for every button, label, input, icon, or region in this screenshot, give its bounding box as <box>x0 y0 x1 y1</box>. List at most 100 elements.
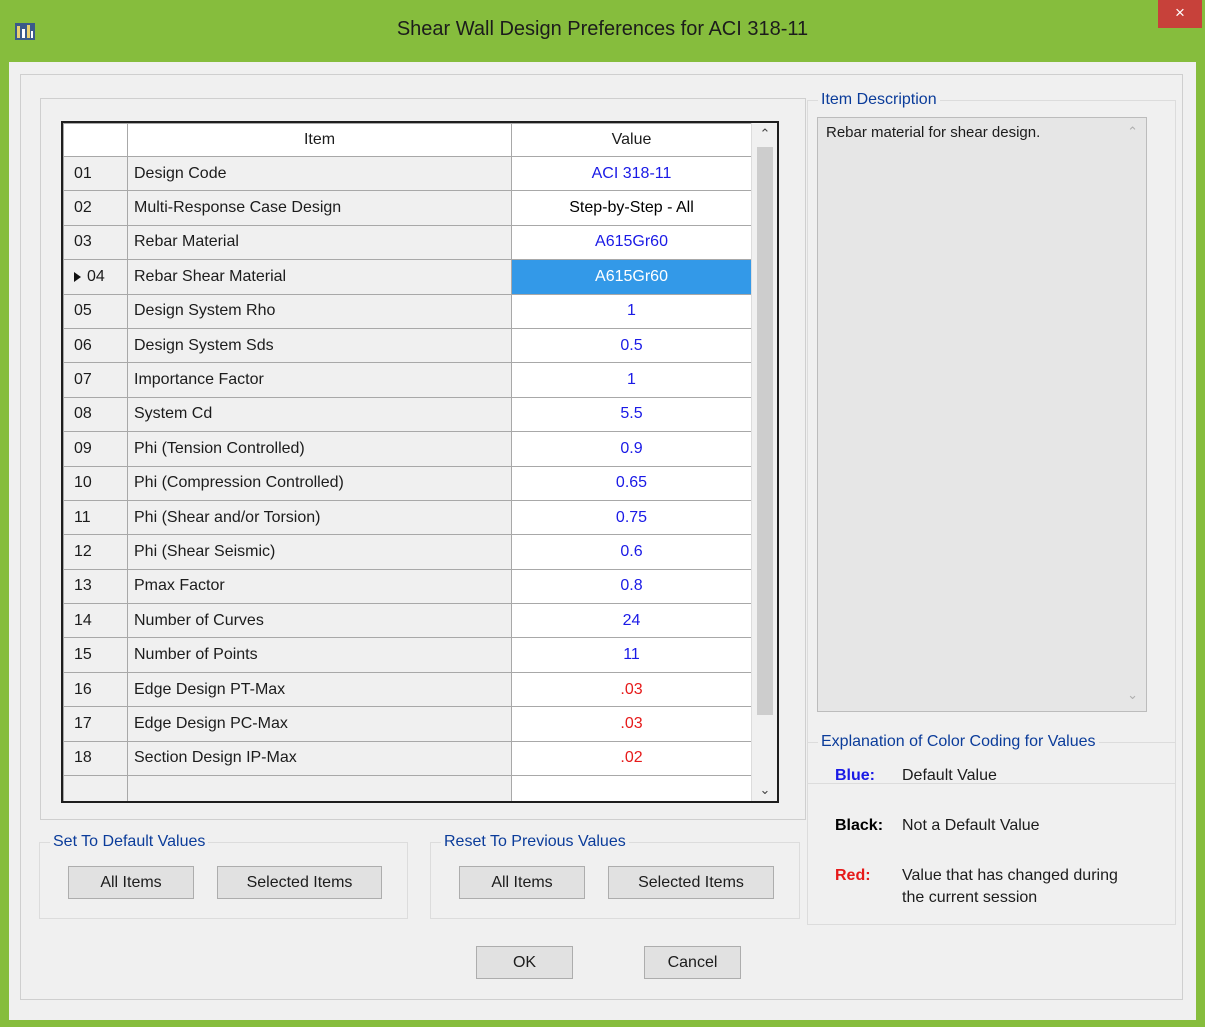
value-cell[interactable]: A615Gr60 <box>511 259 752 295</box>
value-cell[interactable]: .03 <box>511 671 752 708</box>
ok-button[interactable]: OK <box>476 946 573 979</box>
row-header[interactable]: 16 <box>63 671 128 708</box>
value-cell[interactable]: 11 <box>511 637 752 673</box>
grid-scrollbar[interactable]: ⌃ ⌄ <box>751 123 777 801</box>
set-default-all-items-button[interactable]: All Items <box>68 866 194 899</box>
table-row[interactable]: 17 Edge Design PC-Max .03 <box>63 706 752 742</box>
table-row[interactable]: 04 Rebar Shear Material A615Gr60 <box>63 259 752 295</box>
item-description-text: Rebar material for shear design. <box>826 124 1041 141</box>
row-header[interactable]: 17 <box>63 706 128 742</box>
value-cell[interactable]: 1 <box>511 293 752 329</box>
item-cell: Design System Sds <box>127 327 512 364</box>
row-header[interactable]: 18 <box>63 740 128 777</box>
row-number: 04 <box>87 267 105 285</box>
table-row[interactable]: 18 Section Design IP-Max .02 <box>63 740 752 777</box>
row-number: 05 <box>74 302 92 320</box>
reset-previous-all-items-button[interactable]: All Items <box>459 866 585 899</box>
row-number: 17 <box>74 714 92 732</box>
row-header[interactable]: 02 <box>63 190 128 226</box>
value-cell[interactable]: .02 <box>511 740 752 777</box>
value-cell[interactable]: 0.5 <box>511 327 752 364</box>
table-row[interactable]: 16 Edge Design PT-Max .03 <box>63 671 752 708</box>
value-cell[interactable]: A615Gr60 <box>511 224 752 261</box>
item-description-box[interactable]: Rebar material for shear design. ⌃ ⌄ <box>817 117 1147 712</box>
table-row[interactable]: 09 Phi (Tension Controlled) 0.9 <box>63 431 752 467</box>
row-header[interactable]: 15 <box>63 637 128 673</box>
blue-legend-key: Blue: <box>835 767 875 784</box>
row-header[interactable]: 07 <box>63 362 128 398</box>
table-row[interactable]: 13 Pmax Factor 0.8 <box>63 568 752 605</box>
row-header[interactable]: 01 <box>63 155 128 192</box>
row-header[interactable]: 06 <box>63 327 128 364</box>
table-row[interactable]: 01 Design Code ACI 318-11 <box>63 155 752 192</box>
preferences-table: Item Value 01 Design Code ACI 318-11 02 Mult… <box>63 123 752 801</box>
red-legend-desc-1: Value that has changed during <box>902 867 1118 884</box>
table-row[interactable]: 06 Design System Sds 0.5 <box>63 327 752 364</box>
scroll-up-icon[interactable]: ⌃ <box>752 123 777 145</box>
table-row[interactable] <box>63 775 752 801</box>
table-row[interactable]: 07 Importance Factor 1 <box>63 362 752 398</box>
value-cell[interactable]: 0.8 <box>511 568 752 605</box>
item-cell: Edge Design PT-Max <box>127 671 512 708</box>
value-cell[interactable]: 0.6 <box>511 534 752 570</box>
table-row[interactable]: 11 Phi (Shear and/or Torsion) 0.75 <box>63 499 752 536</box>
item-cell: Pmax Factor <box>127 568 512 605</box>
row-header[interactable]: 09 <box>63 431 128 467</box>
item-cell: Edge Design PC-Max <box>127 706 512 742</box>
value-cell[interactable]: 24 <box>511 603 752 639</box>
row-header[interactable]: 11 <box>63 499 128 536</box>
item-cell: Rebar Shear Material <box>127 259 512 295</box>
item-cell: Section Design IP-Max <box>127 740 512 777</box>
scroll-up-icon[interactable]: ⌃ <box>1127 124 1138 140</box>
table-row[interactable]: 03 Rebar Material A615Gr60 <box>63 224 752 261</box>
item-cell: Phi (Tension Controlled) <box>127 431 512 467</box>
black-legend-key: Black: <box>835 817 884 834</box>
value-cell[interactable]: Step-by-Step - All <box>511 190 752 226</box>
row-header[interactable]: 05 <box>63 293 128 329</box>
dialog-window: Shear Wall Design Preferences for ACI 31… <box>0 0 1205 1027</box>
table-row[interactable]: 14 Number of Curves 24 <box>63 603 752 639</box>
blue-legend-desc: Default Value <box>902 767 997 784</box>
scroll-down-icon[interactable]: ⌄ <box>752 779 777 801</box>
table-row[interactable]: 10 Phi (Compression Controlled) 0.65 <box>63 465 752 501</box>
item-cell: Design System Rho <box>127 293 512 329</box>
close-button[interactable]: × <box>1158 0 1202 28</box>
value-cell[interactable]: 5.5 <box>511 396 752 433</box>
row-number: 09 <box>74 439 92 457</box>
table-row[interactable]: 15 Number of Points 11 <box>63 637 752 673</box>
empty-cell <box>63 775 128 801</box>
row-header[interactable]: 08 <box>63 396 128 433</box>
row-header[interactable]: 10 <box>63 465 128 501</box>
reset-previous-selected-items-button[interactable]: Selected Items <box>608 866 774 899</box>
item-cell: Phi (Compression Controlled) <box>127 465 512 501</box>
row-header[interactable]: 04 <box>63 259 128 295</box>
value-cell[interactable]: 0.75 <box>511 499 752 536</box>
cancel-button[interactable]: Cancel <box>644 946 741 979</box>
row-header[interactable]: 13 <box>63 568 128 605</box>
table-row[interactable]: 08 System Cd 5.5 <box>63 396 752 433</box>
set-default-selected-items-button[interactable]: Selected Items <box>217 866 382 899</box>
dialog-client: Item Value 01 Design Code ACI 318-11 02 Mult… <box>9 62 1196 1020</box>
table-row[interactable]: 02 Multi-Response Case Design Step-by-Step… <box>63 190 752 226</box>
value-column-header[interactable]: Value <box>511 123 752 157</box>
value-cell[interactable]: 0.65 <box>511 465 752 501</box>
scroll-thumb[interactable] <box>757 147 773 715</box>
row-header[interactable]: 12 <box>63 534 128 570</box>
table-row[interactable]: 05 Design System Rho 1 <box>63 293 752 329</box>
value-cell[interactable]: ACI 318-11 <box>511 155 752 192</box>
row-number: 18 <box>74 749 92 767</box>
row-number: 02 <box>74 199 92 217</box>
row-header[interactable]: 14 <box>63 603 128 639</box>
title-bar[interactable]: Shear Wall Design Preferences for ACI 31… <box>0 0 1205 62</box>
row-number: 06 <box>74 336 92 354</box>
row-header[interactable]: 03 <box>63 224 128 261</box>
value-cell[interactable]: 0.9 <box>511 431 752 467</box>
item-cell: Phi (Shear Seismic) <box>127 534 512 570</box>
header-row: Item Value <box>63 123 752 157</box>
table-row[interactable]: 12 Phi (Shear Seismic) 0.6 <box>63 534 752 570</box>
scroll-down-icon[interactable]: ⌄ <box>1127 687 1138 703</box>
value-cell[interactable]: 1 <box>511 362 752 398</box>
item-column-header[interactable]: Item <box>127 123 512 157</box>
row-number: 08 <box>74 405 92 423</box>
value-cell[interactable]: .03 <box>511 706 752 742</box>
